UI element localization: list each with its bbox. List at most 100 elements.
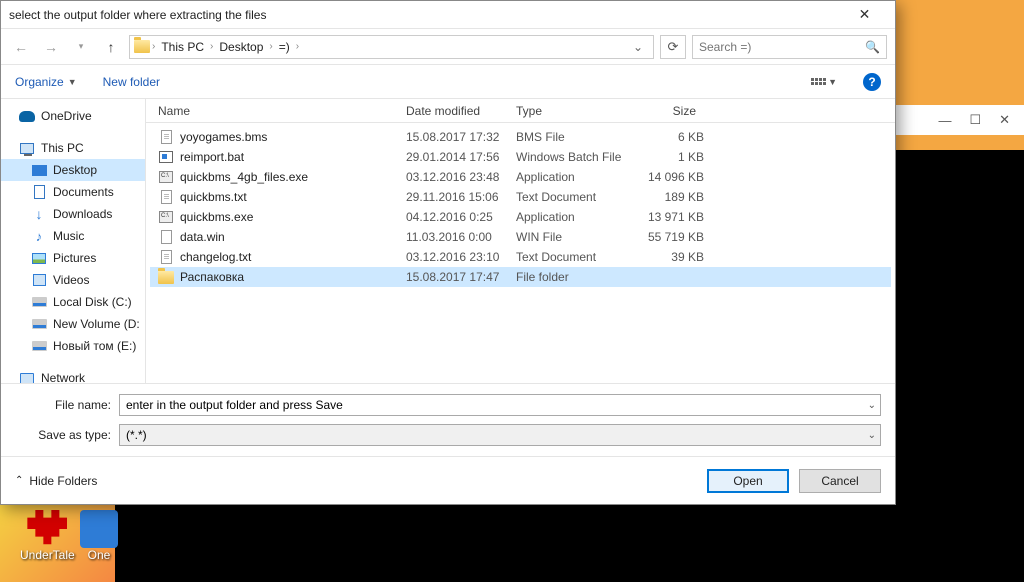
desktop-icon [32,165,47,176]
file-type: Windows Batch File [516,150,634,164]
breadcrumb-bar[interactable]: › This PC › Desktop › =) › ⌄ [129,35,654,59]
column-type[interactable]: Type [512,104,630,118]
file-type: WIN File [516,230,634,244]
dialog-footer: ⌃ Hide Folders Open Cancel [1,456,895,504]
crumb-desktop[interactable]: Desktop [215,40,267,54]
file-type-icon [161,250,172,264]
up-button[interactable]: ↑ [99,35,123,59]
file-type: Text Document [516,250,634,264]
file-list-area: Name Date modified Type Size yoyogames.b… [146,99,895,383]
sidebar-this-pc[interactable]: This PC [1,137,145,159]
filename-input[interactable]: enter in the output folder and press Sav… [119,394,881,416]
column-name[interactable]: Name [154,104,402,118]
file-row[interactable]: quickbms.txt29.11.2016 15:06Text Documen… [150,187,891,207]
view-options-button[interactable]: ▼ [811,77,837,87]
file-date: 15.08.2017 17:47 [406,270,516,284]
sidebar-item-pictures[interactable]: Pictures [1,247,145,269]
sidebar-network[interactable]: Network [1,367,145,383]
new-folder-button[interactable]: New folder [103,75,160,89]
breadcrumb-dropdown-icon[interactable]: ⌄ [627,40,649,54]
file-type: File folder [516,270,634,284]
file-name: reimport.bat [180,150,244,164]
file-row[interactable]: reimport.bat 29.01.2014 17:56Windows Batc… [150,147,891,167]
forward-button[interactable]: → [39,35,63,59]
chevron-right-icon[interactable]: › [296,41,299,52]
drive-icon [32,319,47,329]
desktop-shortcut-one[interactable]: One [80,510,118,562]
help-button[interactable]: ? [863,73,881,91]
hide-folders-toggle[interactable]: ⌃ Hide Folders [15,474,97,488]
bg-maximize-icon[interactable]: ☐ [969,112,981,128]
sidebar-item-desktop[interactable]: Desktop [1,159,145,181]
sidebar-item-music[interactable]: ♪Music [1,225,145,247]
back-button[interactable]: ← [9,35,33,59]
file-row[interactable]: data.win11.03.2016 0:00WIN File55 719 KB [150,227,891,247]
file-name: quickbms_4gb_files.exe [180,170,308,184]
file-name: Распаковка [180,270,244,284]
column-size[interactable]: Size [630,104,700,118]
chevron-right-icon[interactable]: › [210,41,213,52]
recent-dropdown-icon[interactable]: ▾ [69,35,93,59]
file-type: Application [516,210,634,224]
file-row[interactable]: quickbms.exe 04.12.2016 0:25Application13… [150,207,891,227]
savetype-label: Save as type: [15,428,111,442]
crumb-this-pc[interactable]: This PC [157,40,208,54]
chevron-right-icon[interactable]: › [269,41,272,52]
downloads-icon: ↓ [31,207,47,221]
sidebar-item-downloads[interactable]: ↓Downloads [1,203,145,225]
crumb-folder[interactable]: =) [275,40,294,54]
file-row[interactable]: yoyogames.bms15.08.2017 17:32BMS File6 K… [150,127,891,147]
file-date: 15.08.2017 17:32 [406,130,516,144]
bg-minimize-icon[interactable]: — [938,113,951,128]
file-size: 14 096 KB [634,170,704,184]
filename-panel: File name: enter in the output folder an… [1,383,895,456]
file-row[interactable]: Распаковка 15.08.2017 17:47File folder [150,267,891,287]
file-size: 1 KB [634,150,704,164]
file-date: 03.12.2016 23:48 [406,170,516,184]
drive-icon [32,341,47,351]
file-row[interactable]: quickbms_4gb_files.exe 03.12.2016 23:48Ap… [150,167,891,187]
chevron-right-icon[interactable]: › [152,41,155,52]
sidebar-item-drive-e[interactable]: Новый том (E:) [1,335,145,357]
file-name: data.win [180,230,225,244]
file-type-icon [159,211,173,223]
sidebar-item-drive-c[interactable]: Local Disk (C:) [1,291,145,313]
search-icon[interactable]: 🔍 [865,40,880,54]
search-box[interactable]: 🔍 [692,35,887,59]
search-input[interactable] [699,40,865,54]
desktop-shortcut-undertale[interactable]: UnderTale [20,510,75,562]
sidebar-item-documents[interactable]: Documents [1,181,145,203]
chevron-up-icon: ⌃ [15,475,23,486]
file-type-icon [161,130,172,144]
onedrive-icon [19,111,35,122]
column-date[interactable]: Date modified [402,104,512,118]
pc-icon [20,143,34,154]
bg-close-icon[interactable]: ✕ [999,112,1010,128]
file-date: 29.11.2016 15:06 [406,190,516,204]
sidebar-item-drive-d[interactable]: New Volume (D: [1,313,145,335]
chevron-down-icon[interactable]: ⌄ [868,400,876,411]
file-type: Application [516,170,634,184]
refresh-button[interactable]: ⟳ [660,35,686,59]
file-list[interactable]: yoyogames.bms15.08.2017 17:32BMS File6 K… [146,123,895,383]
folder-icon [134,40,150,53]
file-name: quickbms.exe [180,210,253,224]
organize-button[interactable]: Organize ▼ [15,75,77,89]
sidebar-item-videos[interactable]: Videos [1,269,145,291]
file-type-icon [159,151,173,163]
close-button[interactable]: ✕ [842,1,887,29]
file-size: 189 KB [634,190,704,204]
drive-icon [32,297,47,307]
open-button[interactable]: Open [707,469,789,493]
sidebar-onedrive[interactable]: OneDrive [1,105,145,127]
titlebar[interactable]: select the output folder where extractin… [1,1,895,29]
column-headers: Name Date modified Type Size [146,99,895,123]
command-toolbar: Organize ▼ New folder ▼ ? [1,65,895,99]
file-row[interactable]: changelog.txt03.12.2016 23:10Text Docume… [150,247,891,267]
file-date: 04.12.2016 0:25 [406,210,516,224]
cancel-button[interactable]: Cancel [799,469,881,493]
chevron-down-icon[interactable]: ⌄ [868,430,876,441]
file-date: 29.01.2014 17:56 [406,150,516,164]
savetype-select[interactable]: (*.*) ⌄ [119,424,881,446]
file-size: 13 971 KB [634,210,704,224]
